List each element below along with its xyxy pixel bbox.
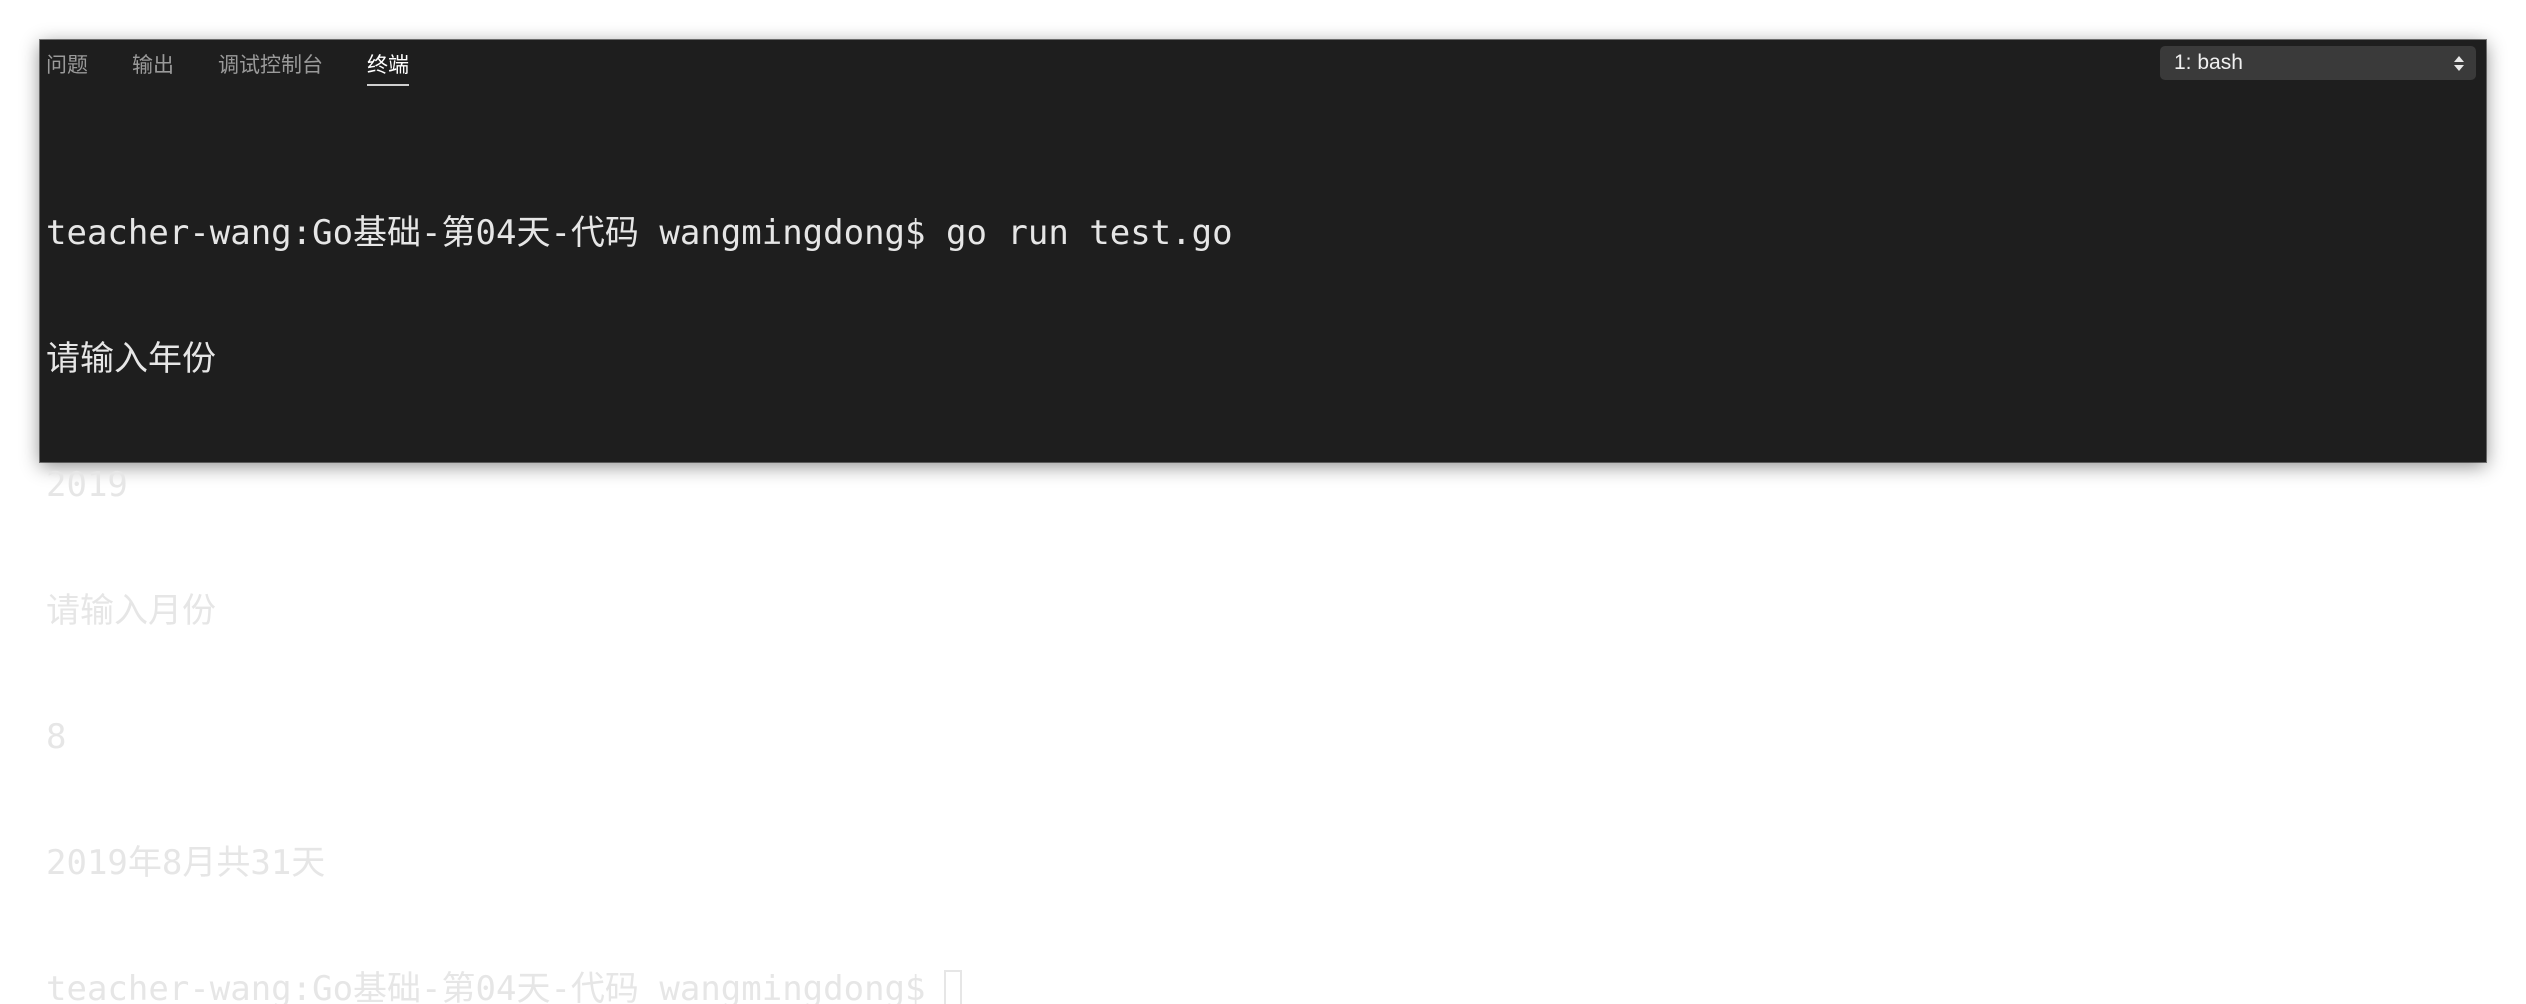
panel-header: 问题 输出 调试控制台 终端 1: bash xyxy=(40,40,2486,90)
terminal-select-value: 1: bash xyxy=(2174,51,2243,74)
terminal-line: 请输入年份 xyxy=(46,339,216,379)
panel-tabs: 问题 输出 调试控制台 终端 xyxy=(46,40,453,90)
select-arrows-icon xyxy=(2454,55,2464,71)
terminal-instance-select[interactable]: 1: bash xyxy=(2160,46,2476,80)
tab-output[interactable]: 输出 xyxy=(132,40,174,90)
terminal-output[interactable]: teacher-wang:Go基础-第04天-代码 wangmingdong$ … xyxy=(46,128,2476,1004)
tab-debug-console[interactable]: 调试控制台 xyxy=(218,40,323,90)
terminal-panel: 问题 输出 调试控制台 终端 1: bash teacher-wang:Go基础… xyxy=(40,40,2486,1004)
terminal-prompt-line: teacher-wang:Go基础-第04天-代码 wangmingdong$ xyxy=(46,968,2476,1004)
terminal-line: 请输入月份 xyxy=(46,591,216,631)
terminal-line: 2019 xyxy=(46,465,128,505)
terminal-line: teacher-wang:Go基础-第04天-代码 wangmingdong$ … xyxy=(46,213,1233,253)
tab-problems[interactable]: 问题 xyxy=(46,40,88,90)
terminal-prompt: teacher-wang:Go基础-第04天-代码 wangmingdong$ xyxy=(46,969,926,1004)
tab-terminal[interactable]: 终端 xyxy=(367,40,409,90)
terminal-line: 2019年8月共31天 xyxy=(46,843,326,883)
terminal-line: 8 xyxy=(46,717,67,757)
terminal-cursor xyxy=(943,970,962,1004)
